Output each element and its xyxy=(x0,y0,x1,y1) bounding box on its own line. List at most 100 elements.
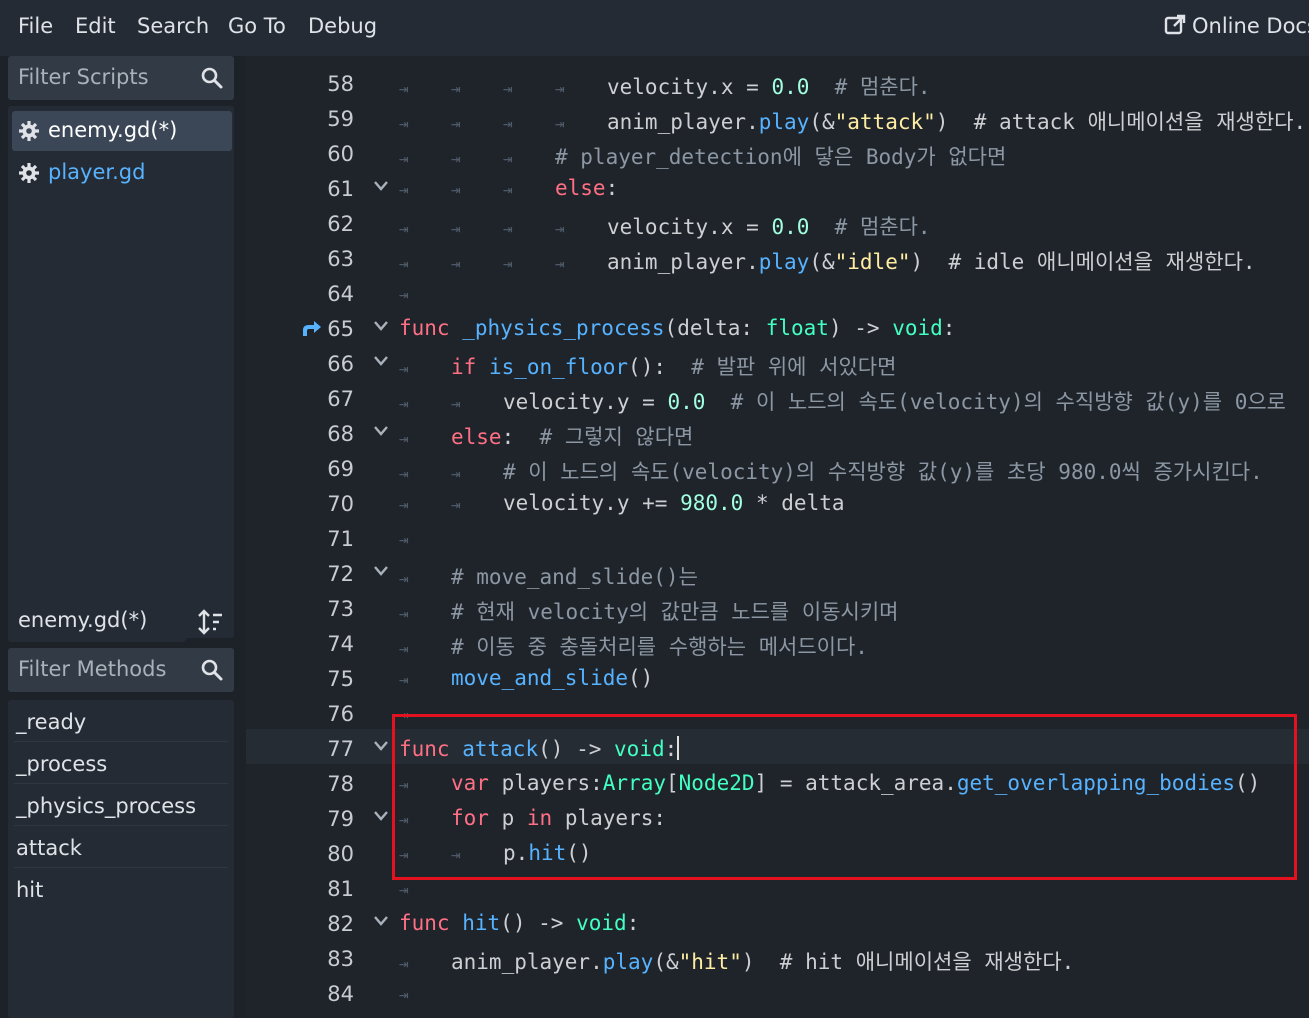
line-number[interactable]: 60 xyxy=(290,142,354,166)
code-line[interactable]: 83 ⇥ anim_player.play(&"hit") # hit 애니메이션을… xyxy=(246,939,1309,974)
jump-arrow-icon[interactable] xyxy=(300,319,322,337)
tab-arrow-icon: ⇥ xyxy=(399,670,409,689)
line-number[interactable]: 76 xyxy=(290,702,354,726)
method-item[interactable]: hit xyxy=(14,870,228,910)
method-label: hit xyxy=(16,878,44,902)
sort-icon[interactable] xyxy=(196,607,226,637)
line-number[interactable]: 63 xyxy=(290,247,354,271)
menu-goto[interactable]: Go To xyxy=(228,14,286,38)
code-line[interactable]: 84 ⇥ xyxy=(246,974,1309,1009)
tab-arrow-icon: ⇥ xyxy=(503,219,513,238)
tab-arrow-icon: ⇥ xyxy=(451,394,461,413)
search-icon xyxy=(201,659,223,681)
code-line[interactable]: 58 ⇥ ⇥ ⇥ ⇥ velocity.x = 0.0 # 멈춘다. xyxy=(246,64,1309,99)
line-number[interactable]: 78 xyxy=(290,772,354,796)
code-line[interactable]: 71 ⇥ xyxy=(246,519,1309,554)
code-line[interactable]: 73 ⇥ # 현재 velocity의 값만큼 노드를 이동시키며 xyxy=(246,589,1309,624)
line-number[interactable]: 75 xyxy=(290,667,354,691)
code-line[interactable]: 65 func _physics_process(delta: float) ->… xyxy=(246,309,1309,344)
code-text: ⇥ ⇥ velocity.y += 980.0 * delta xyxy=(399,491,845,515)
line-number[interactable]: 74 xyxy=(290,632,354,656)
code-text: ⇥ xyxy=(399,981,451,1005)
code-line[interactable]: 74 ⇥ # 이동 중 충돌처리를 수행하는 메서드이다. xyxy=(246,624,1309,659)
line-number[interactable]: 59 xyxy=(290,107,354,131)
tab-arrow-icon: ⇥ xyxy=(399,530,409,549)
line-number[interactable]: 69 xyxy=(290,457,354,481)
chevron-down-icon[interactable] xyxy=(374,426,388,436)
line-number[interactable]: 61 xyxy=(290,177,354,201)
online-docs-button[interactable]: Online Docs xyxy=(1164,14,1309,38)
code-line[interactable]: 64 ⇥ xyxy=(246,274,1309,309)
chevron-down-icon[interactable] xyxy=(374,741,388,751)
line-number[interactable]: 58 xyxy=(290,72,354,96)
filter-methods-input[interactable]: Filter Methods xyxy=(8,648,234,692)
line-number[interactable]: 73 xyxy=(290,597,354,621)
filter-scripts-input[interactable]: Filter Scripts xyxy=(8,56,234,100)
line-number[interactable]: 72 xyxy=(290,562,354,586)
online-docs-label: Online Docs xyxy=(1192,14,1309,38)
tab-arrow-icon: ⇥ xyxy=(399,180,409,199)
current-script-name: enemy.gd(*) xyxy=(18,608,148,632)
code-text: ⇥ # 현재 velocity의 값만큼 노드를 이동시키며 xyxy=(399,600,899,624)
code-line[interactable]: 72 ⇥ # move_and_slide()는 xyxy=(246,554,1309,589)
tab-arrow-icon: ⇥ xyxy=(399,954,409,973)
line-number[interactable]: 68 xyxy=(290,422,354,446)
line-number[interactable]: 64 xyxy=(290,282,354,306)
line-number[interactable]: 62 xyxy=(290,212,354,236)
method-item[interactable]: attack xyxy=(14,828,228,868)
code-line[interactable]: 68 ⇥ else: # 그렇지 않다면 xyxy=(246,414,1309,449)
code-line[interactable]: 59 ⇥ ⇥ ⇥ ⇥ anim_player.play(&"attack") # atta… xyxy=(246,99,1309,134)
method-item[interactable]: _process xyxy=(14,744,228,784)
tab-arrow-icon: ⇥ xyxy=(451,254,461,273)
tab-arrow-icon: ⇥ xyxy=(503,79,513,98)
chevron-down-icon[interactable] xyxy=(374,321,388,331)
code-text: ⇥ xyxy=(399,281,451,305)
line-number[interactable]: 84 xyxy=(290,982,354,1006)
method-item[interactable]: _ready xyxy=(14,702,228,742)
line-number[interactable]: 77 xyxy=(290,737,354,761)
code-line[interactable]: 63 ⇥ ⇥ ⇥ ⇥ anim_player.play(&"idle") # idle 애… xyxy=(246,239,1309,274)
line-number[interactable]: 71 xyxy=(290,527,354,551)
code-line[interactable]: 62 ⇥ ⇥ ⇥ ⇥ velocity.x = 0.0 # 멈춘다. xyxy=(246,204,1309,239)
line-number[interactable]: 70 xyxy=(290,492,354,516)
line-number[interactable]: 79 xyxy=(290,807,354,831)
tab-arrow-icon: ⇥ xyxy=(451,495,461,514)
code-text: ⇥ # move_and_slide()는 xyxy=(399,565,698,589)
line-number[interactable]: 82 xyxy=(290,912,354,936)
code-text: ⇥ else: # 그렇지 않다면 xyxy=(399,425,694,449)
tab-arrow-icon: ⇥ xyxy=(399,880,409,899)
code-line[interactable]: 69 ⇥ ⇥ # 이 노드의 속도(velocity)의 수직방향 값(y)를 초당 … xyxy=(246,449,1309,484)
menu-debug[interactable]: Debug xyxy=(308,14,377,38)
line-number[interactable]: 81 xyxy=(290,877,354,901)
line-number[interactable]: 83 xyxy=(290,947,354,971)
code-line[interactable]: 67 ⇥ ⇥ velocity.y = 0.0 # 이 노드의 속도(velocity… xyxy=(246,379,1309,414)
menu-edit[interactable]: Edit xyxy=(75,14,116,38)
script-item-player[interactable]: player.gd xyxy=(12,153,232,193)
chevron-down-icon[interactable] xyxy=(374,811,388,821)
menu-file[interactable]: File xyxy=(18,14,53,38)
code-line[interactable]: 61 ⇥ ⇥ ⇥ else: xyxy=(246,169,1309,204)
code-line[interactable]: 75 ⇥ move_and_slide() xyxy=(246,659,1309,694)
code-text: ⇥ move_and_slide() xyxy=(399,666,654,690)
methods-list: _ready _process _physics_process attack … xyxy=(8,700,234,1018)
code-line[interactable]: 82 func hit() -> void: xyxy=(246,904,1309,939)
script-sidebar: Filter Scripts enemy.gd(*) player.gd ene… xyxy=(0,56,244,1018)
gear-icon xyxy=(19,163,39,183)
chevron-down-icon[interactable] xyxy=(374,566,388,576)
script-item-enemy[interactable]: enemy.gd(*) xyxy=(12,111,232,151)
menu-search[interactable]: Search xyxy=(137,14,209,38)
chevron-down-icon[interactable] xyxy=(374,356,388,366)
code-line[interactable]: 70 ⇥ ⇥ velocity.y += 980.0 * delta xyxy=(246,484,1309,519)
code-line[interactable]: 60 ⇥ ⇥ ⇥ # player_detection에 닿은 Body가 없다면 xyxy=(246,134,1309,169)
method-label: _process xyxy=(16,752,108,776)
method-item[interactable]: _physics_process xyxy=(14,786,228,826)
tab-arrow-icon: ⇥ xyxy=(555,79,565,98)
chevron-down-icon[interactable] xyxy=(374,916,388,926)
chevron-down-icon[interactable] xyxy=(374,181,388,191)
tab-arrow-icon: ⇥ xyxy=(451,79,461,98)
line-number[interactable]: 80 xyxy=(290,842,354,866)
line-number[interactable]: 66 xyxy=(290,352,354,376)
line-number[interactable]: 67 xyxy=(290,387,354,411)
tab-arrow-icon: ⇥ xyxy=(451,464,461,483)
code-line[interactable]: 66 ⇥ if is_on_floor(): # 발판 위에 서있다면 xyxy=(246,344,1309,379)
